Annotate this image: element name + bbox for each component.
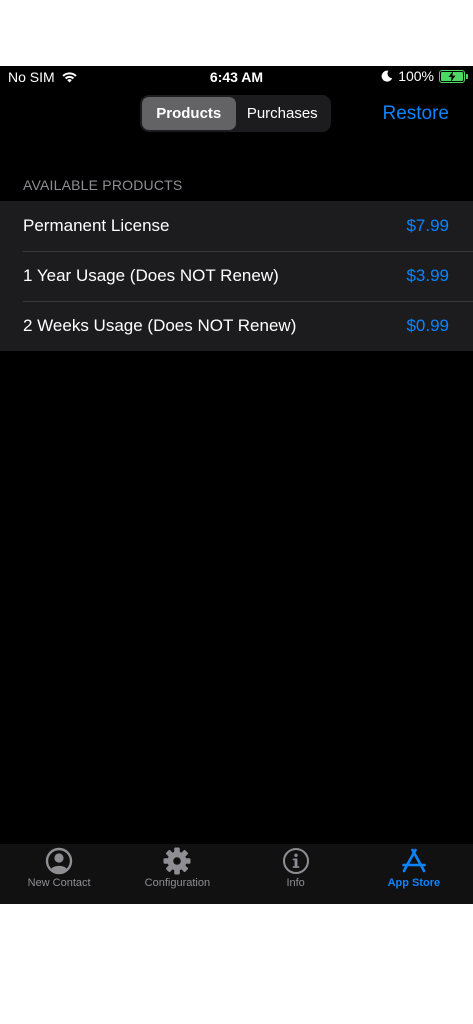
product-row-permanent-license[interactable]: Permanent License $7.99 — [0, 201, 473, 251]
segment-purchases[interactable]: Purchases — [236, 97, 330, 130]
info-circle-icon — [282, 848, 309, 874]
tab-label: New Contact — [27, 877, 91, 889]
tab-label: App Store — [387, 877, 441, 889]
restore-button[interactable]: Restore — [382, 103, 449, 125]
tab-label: Info — [286, 877, 305, 889]
moon-icon — [381, 70, 393, 82]
product-name: 1 Year Usage (Does NOT Renew) — [23, 266, 279, 285]
tab-info[interactable]: Info — [237, 844, 355, 904]
product-row-1-year[interactable]: 1 Year Usage (Does NOT Renew) $3.99 — [0, 251, 473, 301]
section-header: AVAILABLE PRODUCTS — [23, 177, 183, 193]
battery-icon — [439, 69, 468, 83]
tab-configuration[interactable]: Configuration — [118, 844, 236, 904]
app-store-icon — [402, 848, 426, 873]
charging-bolt-icon — [448, 70, 456, 82]
product-row-2-weeks[interactable]: 2 Weeks Usage (Does NOT Renew) $0.99 — [0, 301, 473, 351]
product-price: $7.99 — [406, 216, 449, 235]
person-circle-icon — [45, 847, 73, 875]
product-list: Permanent License $7.99 1 Year Usage (Do… — [0, 201, 473, 351]
tab-label: Configuration — [144, 877, 211, 889]
app-screen: No SIM 6:43 AM 100% Products Purchases R… — [0, 66, 473, 904]
product-name: 2 Weeks Usage (Does NOT Renew) — [23, 316, 297, 335]
segment-products[interactable]: Products — [142, 97, 236, 130]
tab-new-contact[interactable]: New Contact — [0, 844, 118, 904]
product-price: $3.99 — [406, 266, 449, 285]
tab-app-store[interactable]: App Store — [355, 844, 473, 904]
battery-percent: 100% — [398, 68, 434, 84]
products-purchases-segmented-control: Products Purchases — [140, 95, 331, 132]
gear-icon — [163, 847, 191, 875]
product-price: $0.99 — [406, 316, 449, 335]
status-bar: No SIM 6:43 AM 100% — [0, 66, 473, 88]
product-name: Permanent License — [23, 216, 170, 235]
tab-bar: New Contact Configuration Info App Store — [0, 844, 473, 904]
status-right: 100% — [381, 68, 468, 84]
